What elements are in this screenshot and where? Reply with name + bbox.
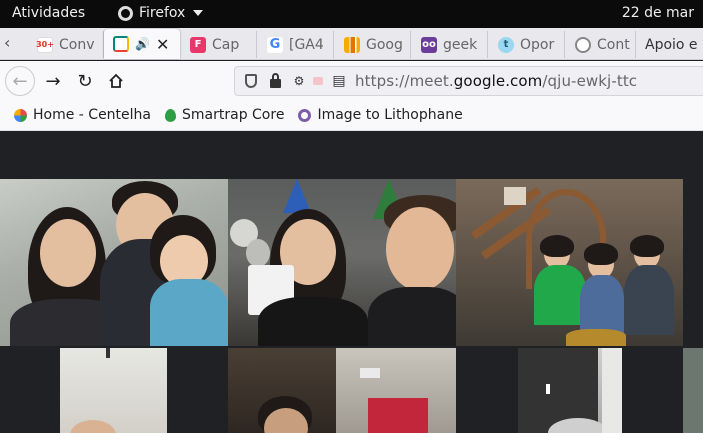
gmail-icon: 30+ (36, 36, 54, 53)
tab-label: Goog (366, 36, 403, 53)
participant-video-tile[interactable] (228, 348, 456, 433)
analytics-icon (344, 36, 360, 53)
app-menu-button[interactable]: Firefox (118, 5, 204, 21)
tab-meet-active[interactable]: 🔊 ✕ (104, 29, 180, 59)
message-icon[interactable]: ▤ (331, 73, 347, 89)
tab-ga4[interactable]: G [GA4 (258, 31, 334, 58)
meet-icon (113, 36, 129, 52)
meet-video-grid (0, 131, 703, 433)
navigation-toolbar: ← → ↻ ⚙ ▤ https://meet.google.com/qju-ew… (0, 61, 703, 100)
cont-icon (575, 36, 591, 53)
back-button[interactable]: ← (5, 66, 35, 96)
centelha-icon (14, 108, 27, 122)
clock[interactable]: 22 de mar (622, 5, 694, 21)
participant-video-tile[interactable] (683, 348, 703, 433)
permissions-icon[interactable]: ⚙ (291, 73, 307, 89)
tab-label: Apoio e (645, 36, 698, 53)
tab-label: Opor (520, 36, 555, 53)
bookmark-home-centelha[interactable]: Home - Centelha (14, 107, 151, 123)
tab-label: Cap (212, 36, 240, 53)
chevron-down-icon (193, 10, 204, 16)
close-tab-icon[interactable]: ✕ (156, 35, 169, 54)
t-icon: t (498, 36, 514, 53)
tab-scroll-left-icon[interactable]: ‹ (4, 35, 18, 51)
reload-button[interactable]: ↻ (70, 66, 100, 96)
tab-cap[interactable]: F Cap (181, 31, 257, 58)
tab-label: Conv (59, 36, 95, 53)
tab-label: geek (443, 36, 478, 53)
tab-google-analytics[interactable]: Goog (335, 31, 411, 58)
tab-geek[interactable]: oo geek (412, 31, 488, 58)
lithophane-icon (298, 108, 312, 122)
tracking-protection-icon[interactable] (243, 73, 259, 89)
forward-button[interactable]: → (38, 66, 68, 96)
figma-icon: F (190, 36, 206, 53)
tab-gmail[interactable]: 30+ Conv (28, 31, 104, 58)
tab-label: [GA4 (289, 36, 324, 53)
participant-video-tile[interactable] (0, 179, 228, 346)
tab-label: Cont (597, 36, 630, 53)
lock-icon[interactable] (267, 73, 283, 89)
firefox-icon (118, 5, 133, 21)
app-menu-label: Firefox (139, 5, 186, 21)
system-top-bar: Atividades Firefox 22 de mar (0, 0, 703, 28)
camera-sharing-icon[interactable] (313, 77, 323, 85)
home-button[interactable] (101, 66, 131, 96)
bookmark-label: Smartrap Core (182, 107, 285, 123)
tab-apoio[interactable]: Apoio e (637, 31, 703, 58)
bookmark-label: Home - Centelha (33, 107, 152, 123)
leaf-icon (165, 108, 177, 122)
speaker-icon[interactable]: 🔊 (135, 37, 150, 51)
bookmark-image-to-lithophane[interactable]: Image to Lithophane (298, 107, 463, 123)
participant-video-tile[interactable] (456, 179, 683, 346)
geek-icon: oo (421, 36, 437, 53)
participant-video-tile[interactable] (518, 348, 622, 433)
home-icon (109, 73, 123, 88)
tab-cont[interactable]: Cont (566, 31, 636, 58)
tab-opor[interactable]: t Opor (489, 31, 565, 58)
participant-video-tile[interactable] (60, 348, 167, 433)
bookmarks-toolbar: Home - Centelha Smartrap Core Image to L… (0, 100, 703, 131)
url-text[interactable]: https://meet.google.com/qju-ewkj-ttc (355, 72, 637, 90)
tab-strip: ‹ 30+ Conv 🔊 ✕ F Cap G [GA4 Goog oo geek… (0, 28, 703, 60)
bookmark-label: Image to Lithophane (317, 107, 463, 123)
bookmark-smartrap-core[interactable]: Smartrap Core (165, 107, 284, 123)
google-icon: G (267, 36, 283, 53)
participant-video-tile[interactable] (228, 179, 456, 346)
address-bar[interactable]: ⚙ ▤ https://meet.google.com/qju-ewkj-ttc (234, 66, 703, 96)
activities-button[interactable]: Atividades (12, 5, 85, 21)
